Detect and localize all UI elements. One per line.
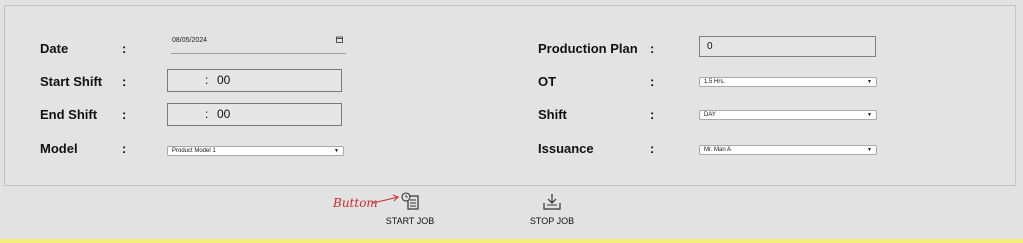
production-plan-input[interactable]: 0 [699,36,876,57]
start-shift-colon: : [122,74,127,89]
end-shift-time-input[interactable]: : 00 [167,103,342,126]
chevron-down-icon: ▼ [867,79,872,85]
ot-selected-value: 1.5 Hrs. [704,79,726,85]
start-shift-label: Start Shift [40,74,103,89]
production-plan-value: 0 [707,41,713,52]
job-form-panel: Date : 08/05/2024 Start Shift : : 00 End… [4,5,1016,186]
date-label: Date [40,41,69,56]
shift-select[interactable]: DAY ▼ [699,110,877,120]
ot-select[interactable]: 1.5 Hrs. ▼ [699,77,877,87]
model-selected-value: Product Model 1 [172,148,216,154]
date-value: 08/05/2024 [172,37,208,44]
issuance-label: Issuance [538,141,594,156]
ot-colon: : [650,74,655,89]
stop-job-label: STOP JOB [529,216,575,226]
model-select[interactable]: Product Model 1 ▼ [167,146,344,156]
date-colon: : [122,41,127,56]
model-label: Model [40,141,78,156]
issuance-select[interactable]: Mr. Man A ▼ [699,145,877,155]
issuance-selected-value: Mr. Man A [704,147,732,153]
shift-colon: : [650,107,655,122]
download-tray-icon [543,194,561,210]
end-shift-minutes: 00 [217,107,231,121]
start-shift-time-input[interactable]: : 00 [167,69,342,92]
start-job-button[interactable]: START JOB [380,192,440,226]
calendar-icon[interactable] [336,36,343,45]
end-shift-label: End Shift [40,107,98,122]
start-shift-separator: : [205,73,209,87]
stop-job-button[interactable]: STOP JOB [521,192,583,226]
ot-label: OT [538,74,557,89]
issuance-colon: : [650,141,655,156]
shift-label: Shift [538,107,567,122]
date-input[interactable]: 08/05/2024 [171,33,346,54]
start-job-label: START JOB [385,216,435,226]
chevron-down-icon: ▼ [867,112,872,118]
start-shift-minutes: 00 [217,73,231,87]
shift-selected-value: DAY [704,112,716,118]
bottom-highlight-bar [0,239,1023,243]
chevron-down-icon: ▼ [867,147,872,153]
end-shift-colon: : [122,107,127,122]
production-plan-label: Production Plan [538,41,638,56]
model-colon: : [122,141,127,156]
end-shift-separator: : [205,107,209,121]
production-plan-colon: : [650,41,655,56]
clock-document-icon [401,192,419,210]
chevron-down-icon: ▼ [334,148,339,154]
